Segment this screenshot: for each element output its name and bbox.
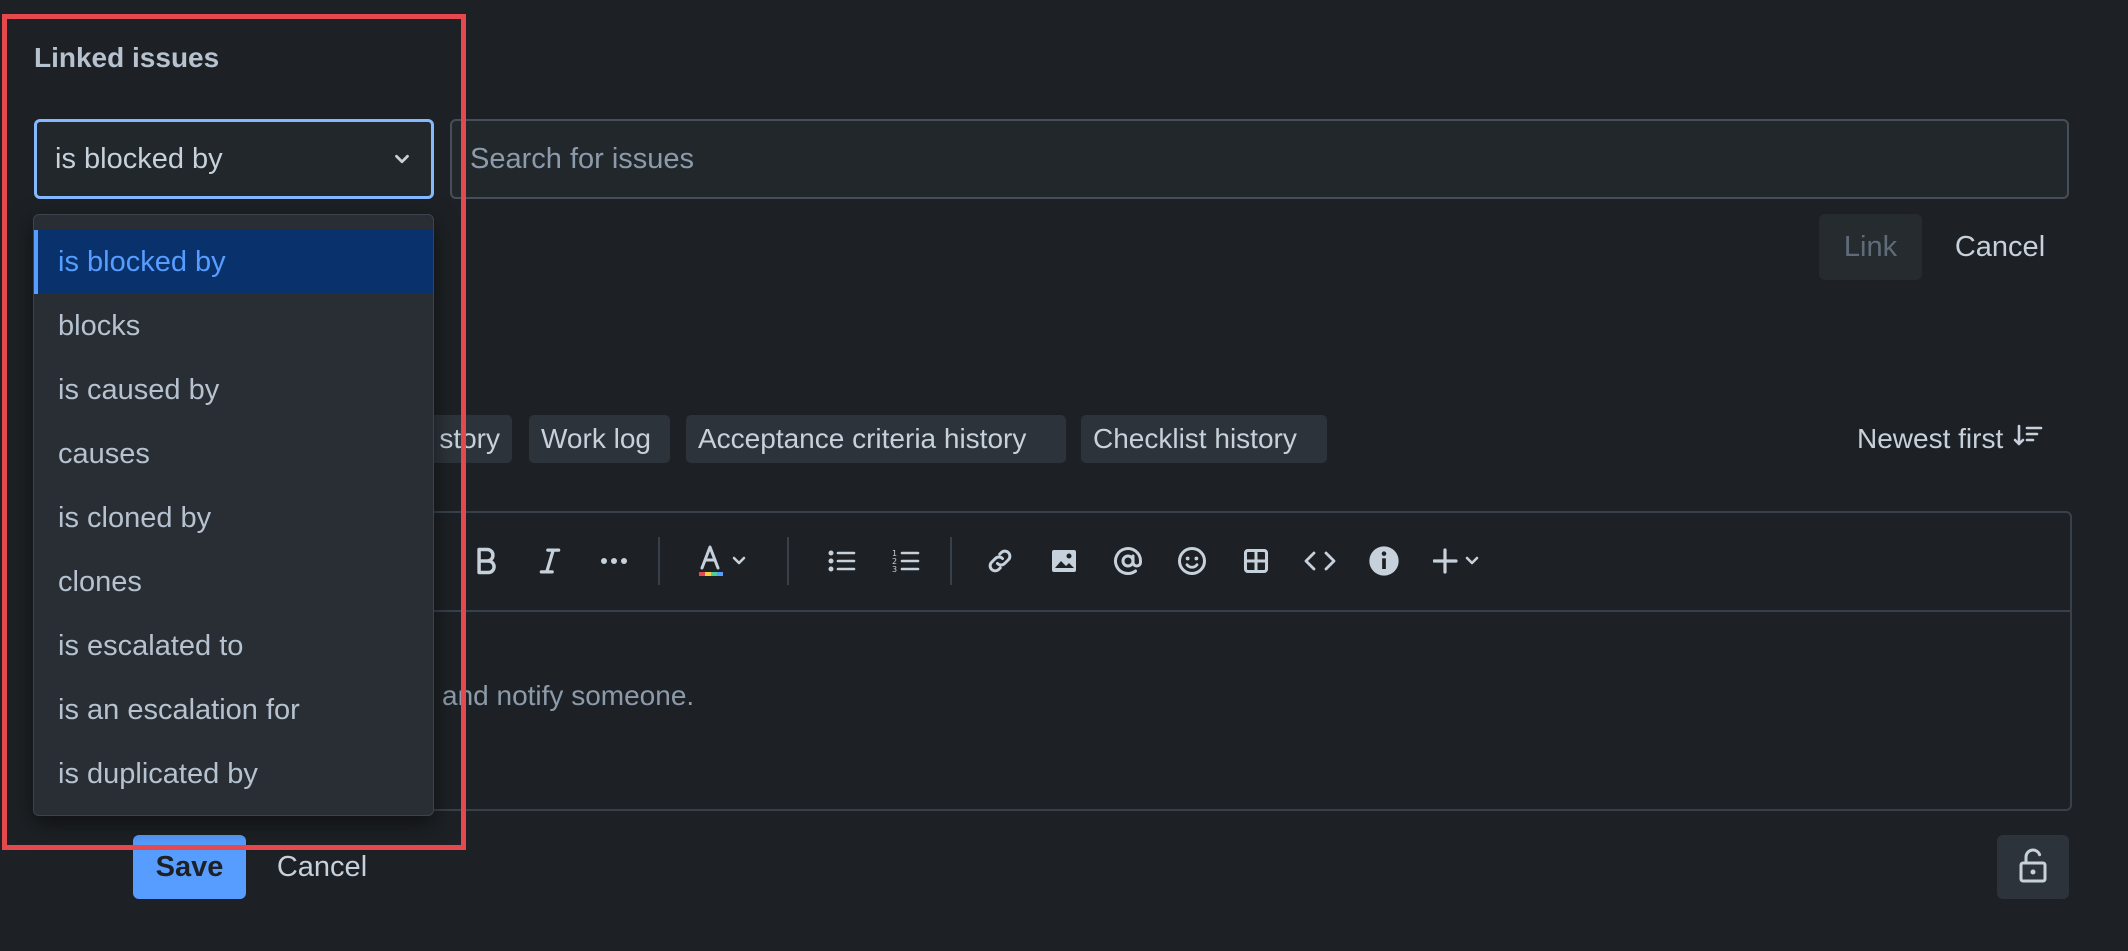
- svg-text:3: 3: [892, 565, 897, 574]
- dropdown-option-is-duplicated-by[interactable]: is duplicated by: [34, 742, 433, 806]
- info-panel-icon[interactable]: [1362, 531, 1406, 591]
- emoji-icon[interactable]: [1170, 531, 1214, 591]
- issue-search-field[interactable]: [450, 119, 2069, 199]
- tab-checklist-history[interactable]: Checklist history: [1081, 415, 1327, 463]
- unlock-icon: [2018, 847, 2048, 888]
- dropdown-option-is-cloned-by[interactable]: is cloned by: [34, 486, 433, 550]
- dropdown-option-causes[interactable]: causes: [34, 422, 433, 486]
- sort-order-icon: [2013, 423, 2043, 456]
- save-button[interactable]: Save: [133, 835, 246, 899]
- insert-plus-icon[interactable]: [1428, 531, 1492, 591]
- dropdown-option-is-blocked-by[interactable]: is blocked by: [34, 230, 433, 294]
- code-icon[interactable]: [1298, 531, 1342, 591]
- toolbar-separator: [787, 537, 789, 585]
- table-icon[interactable]: [1234, 531, 1278, 591]
- dropdown-option-is-an-escalation-for[interactable]: is an escalation for: [34, 678, 433, 742]
- dropdown-option-is-escalated-to[interactable]: is escalated to: [34, 614, 433, 678]
- editor-toolbar: 123: [420, 513, 2070, 610]
- chevron-down-icon: [391, 148, 413, 170]
- dropdown-option-clones[interactable]: clones: [34, 550, 433, 614]
- sort-label: Newest first: [1857, 423, 2004, 454]
- issue-search-input[interactable]: [468, 141, 2051, 177]
- mention-icon[interactable]: [1106, 531, 1150, 591]
- linked-issues-title: Linked issues: [34, 42, 220, 73]
- link-type-selected-value: is blocked by: [55, 142, 223, 175]
- link-icon[interactable]: [978, 531, 1022, 591]
- tab-acceptance-criteria-history[interactable]: Acceptance criteria history: [686, 415, 1066, 463]
- comment-placeholder: and notify someone.: [442, 680, 695, 711]
- toolbar-separator: [950, 537, 952, 585]
- link-type-dropdown-menu: is blocked by blocks is caused by causes…: [33, 214, 434, 816]
- bullet-list-icon[interactable]: [820, 531, 864, 591]
- link-button[interactable]: Link: [1819, 214, 1922, 280]
- dropdown-option-blocks[interactable]: blocks: [34, 294, 433, 358]
- cancel-link-button[interactable]: Cancel: [1935, 214, 2065, 280]
- editor-toolbar-divider: [422, 610, 2070, 612]
- dropdown-option-is-caused-by[interactable]: is caused by: [34, 358, 433, 422]
- tab-work-log[interactable]: Work log: [529, 415, 670, 463]
- italic-icon[interactable]: [528, 531, 572, 591]
- link-type-select[interactable]: is blocked by: [34, 119, 434, 199]
- more-formatting-icon[interactable]: [590, 531, 638, 591]
- text-color-icon[interactable]: [690, 531, 756, 591]
- toolbar-separator: [658, 537, 660, 585]
- sort-toggle[interactable]: Newest first: [1857, 415, 2043, 463]
- cancel-comment-button[interactable]: Cancel: [262, 835, 382, 899]
- numbered-list-icon[interactable]: 123: [884, 531, 928, 591]
- image-icon[interactable]: [1042, 531, 1086, 591]
- restriction-lock-button[interactable]: [1997, 835, 2069, 899]
- bold-icon[interactable]: [464, 531, 508, 591]
